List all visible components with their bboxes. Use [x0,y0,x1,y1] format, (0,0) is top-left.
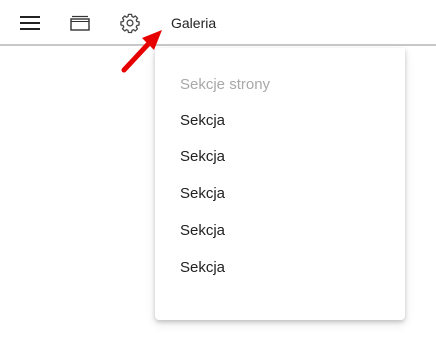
window-icon [70,15,90,31]
dropdown-header: Sekcje strony [180,76,271,93]
section-item[interactable]: Sekcja [180,222,225,240]
top-toolbar: Galeria [0,0,436,46]
window-button[interactable] [66,9,94,37]
section-item[interactable]: Sekcja [180,112,225,130]
section-item[interactable]: Sekcja [180,148,225,166]
section-item[interactable]: Sekcja [180,259,225,277]
hamburger-menu-icon [20,16,40,30]
menu-button[interactable] [16,9,44,37]
page-sections-dropdown: Sekcje strony Sekcja Sekcja Sekcja Sekcj… [155,48,405,320]
gallery-menu-button[interactable]: Galeria [171,14,216,32]
section-item[interactable]: Sekcja [180,185,225,203]
